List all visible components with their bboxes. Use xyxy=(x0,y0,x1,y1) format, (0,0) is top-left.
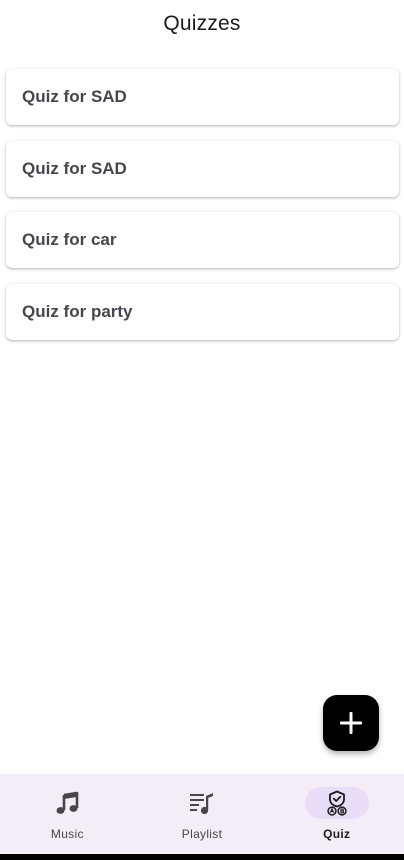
add-quiz-button[interactable] xyxy=(323,695,379,751)
music-note-icon xyxy=(54,790,80,816)
page-title: Quizzes xyxy=(163,12,241,35)
nav-label-quiz: Quiz xyxy=(323,827,351,841)
quiz-card-label: Quiz for SAD xyxy=(22,158,127,178)
playlist-icon xyxy=(189,790,215,816)
nav-label-playlist: Playlist xyxy=(181,827,223,841)
system-navigation-bar xyxy=(0,854,404,860)
plus-icon xyxy=(337,709,365,737)
quiz-card[interactable]: Quiz for car xyxy=(6,212,399,268)
top-app-bar: Quizzes xyxy=(0,0,404,48)
quiz-card-label: Quiz for party xyxy=(22,301,133,321)
nav-item-quiz[interactable]: Quiz xyxy=(269,774,404,854)
quiz-card-label: Quiz for SAD xyxy=(22,87,127,106)
nav-indicator xyxy=(170,787,234,819)
quiz-card-label: Quiz for car xyxy=(22,230,117,249)
quiz-card[interactable]: Quiz for party xyxy=(6,283,399,340)
nav-indicator xyxy=(35,787,99,819)
quiz-card[interactable]: Quiz for SAD xyxy=(6,140,399,197)
quiz-icon xyxy=(325,790,349,816)
quiz-list: Quiz for SAD Quiz for SAD Quiz for car Q… xyxy=(6,69,399,355)
nav-indicator-active xyxy=(304,787,369,819)
nav-item-playlist[interactable]: Playlist xyxy=(135,774,270,854)
nav-item-music[interactable]: Music xyxy=(0,774,135,854)
nav-label-music: Music xyxy=(50,827,84,841)
quiz-card[interactable]: Quiz for SAD xyxy=(6,69,399,125)
bottom-navigation: Music Playlist Quiz xyxy=(0,774,404,854)
